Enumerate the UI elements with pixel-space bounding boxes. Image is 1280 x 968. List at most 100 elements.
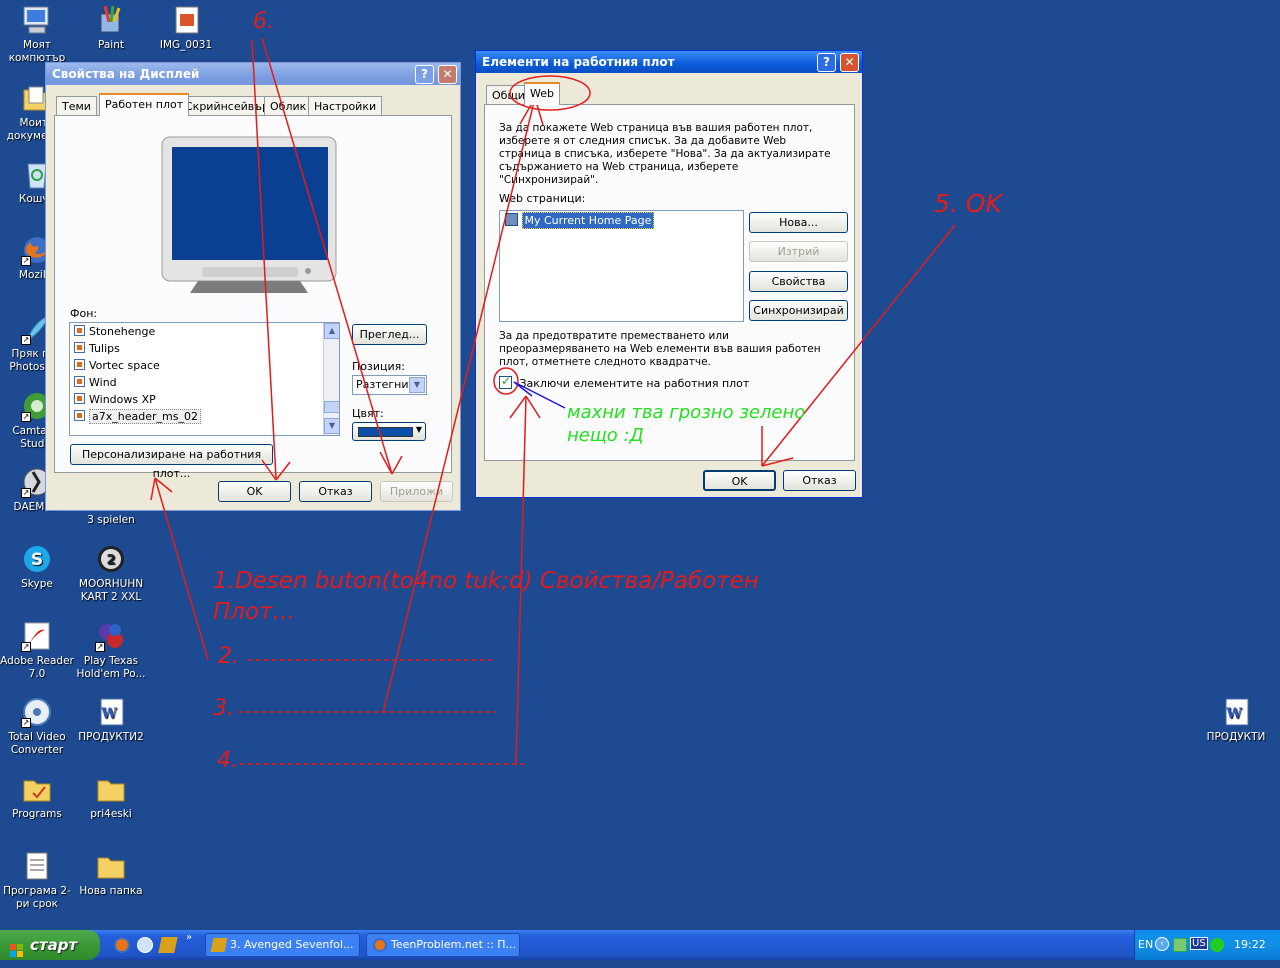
browser-icon[interactable]	[137, 937, 153, 953]
sync-button[interactable]: Синхронизирай	[749, 300, 848, 321]
chevron-right-icon[interactable]: »	[186, 932, 192, 943]
close-icon[interactable]: ✕	[438, 65, 457, 84]
language-indicator[interactable]: EN	[1138, 938, 1153, 951]
cancel-button[interactable]: Отказ	[783, 470, 856, 491]
desktop-icon-skype[interactable]: S Skype	[0, 543, 74, 591]
tab-appearance[interactable]: Облик	[264, 96, 313, 116]
position-select[interactable]: Разтегни ▼	[352, 375, 427, 395]
desktop-icon-label: Play Texas Hold'em Po...	[76, 655, 146, 680]
lock-items-checkbox-row[interactable]: ✓ Заключи елементите на работния плот	[499, 374, 749, 390]
word-document-icon: W	[1220, 696, 1252, 728]
ok-button[interactable]: OK	[218, 481, 291, 502]
titlebar[interactable]: Елементи на работния плот ? ✕	[476, 51, 862, 73]
tab-settings[interactable]: Настройки	[308, 96, 383, 116]
desktop-icon-programa[interactable]: Програма 2-ри срок	[0, 850, 74, 911]
scroll-down-icon[interactable]: ▼	[324, 418, 339, 434]
delete-button[interactable]: Изтрий	[749, 241, 848, 262]
annotation-step-2: 2.	[218, 644, 239, 669]
desktop-icon-label: MOORHUHN KART 2 XXL	[78, 578, 144, 603]
chevron-down-icon[interactable]: ▼	[409, 377, 425, 393]
desktop-icon-label: IMG_0031	[159, 39, 213, 51]
desktop-icon-moorhuhn[interactable]: 2 MOORHUHN KART 2 XXL	[74, 543, 148, 604]
position-value: Разтегни	[356, 378, 409, 391]
desktop-icon-label: Total Video Converter	[8, 731, 66, 756]
start-button[interactable]: старт	[0, 930, 100, 960]
annotation-step-3: 3.	[213, 696, 234, 721]
tab-screensaver[interactable]: Скрийнсейвър	[179, 96, 275, 116]
list-item[interactable]: Vortec space	[70, 357, 339, 374]
firefox-icon	[373, 938, 387, 952]
poker-chips-icon: ↗	[95, 620, 127, 652]
color-swatch	[358, 427, 413, 437]
desktop-icon-label: ПРОДУКТИ	[1206, 731, 1266, 743]
list-item[interactable]: Tulips	[70, 340, 339, 357]
network-icon[interactable]	[1173, 938, 1187, 952]
desktop-icon-3-spielen[interactable]: 3 spielen	[74, 514, 148, 527]
keyboard-layout-indicator[interactable]: US	[1190, 937, 1208, 950]
desktop-icon-programs[interactable]: Programs	[0, 773, 74, 821]
desktop-icon-texas-holdem[interactable]: ↗ Play Texas Hold'em Po...	[74, 620, 148, 681]
annotation-green-note: махни тва грозно зелено нещо :Д	[567, 402, 806, 446]
tab-desktop[interactable]: Работен плот	[99, 93, 190, 116]
skype-icon[interactable]	[1210, 938, 1224, 952]
tab-web[interactable]: Web	[524, 82, 560, 105]
image-file-icon	[74, 376, 85, 387]
browse-button[interactable]: Преглед...	[352, 324, 427, 345]
color-picker-button[interactable]: ▼	[352, 422, 426, 441]
chevron-left-icon[interactable]: ‹	[1155, 937, 1169, 951]
desktop-icon-img-0031[interactable]: IMG_0031	[149, 4, 223, 52]
winamp-icon[interactable]	[158, 937, 178, 953]
list-item[interactable]: Windows XP	[70, 391, 339, 408]
lock-checkbox[interactable]: ✓	[499, 374, 512, 389]
check-icon: ✓	[501, 374, 512, 388]
window-title: Свойства на Дисплей	[52, 67, 200, 81]
background-list[interactable]: Stonehenge Tulips Vortec space Wind Wind…	[69, 322, 340, 436]
computer-icon	[21, 4, 53, 36]
folder-icon	[95, 850, 127, 882]
svg-text:S: S	[31, 550, 43, 570]
firefox-icon[interactable]	[114, 937, 130, 953]
taskbar-task-winamp[interactable]: 3. Avenged Sevenfol...	[205, 933, 360, 957]
scroll-thumb[interactable]	[324, 401, 339, 413]
tab-themes[interactable]: Теми	[56, 96, 97, 116]
desktop-icon-adobe-reader[interactable]: ↗ Adobe Reader 7.0	[0, 620, 74, 681]
desktop-icon-nova-papka[interactable]: Нова папка	[74, 850, 148, 898]
list-item[interactable]: Wind	[70, 374, 339, 391]
checkbox[interactable]	[505, 213, 518, 226]
desktop-icon-total-video[interactable]: ↗ Total Video Converter	[0, 696, 74, 757]
help-icon[interactable]: ?	[415, 65, 434, 84]
desktop-icon-produkti2[interactable]: W ПРОДУКТИ2	[74, 696, 148, 744]
desktop-icon-produkti[interactable]: W ПРОДУКТИ	[1199, 696, 1273, 744]
annotation-step-5: 5. OK	[934, 189, 1002, 218]
folder-icon	[95, 773, 127, 805]
desktop-icon-paint[interactable]: Paint	[74, 4, 148, 52]
scroll-up-icon[interactable]: ▲	[324, 323, 339, 339]
scrollbar[interactable]: ▲ ▼	[323, 323, 339, 435]
system-tray: EN ‹ US 19:22	[1134, 930, 1280, 960]
window-title: Елементи на работния плот	[482, 55, 675, 69]
taskbar-task-firefox[interactable]: TeenProblem.net :: П...	[366, 933, 520, 957]
new-button[interactable]: Нова...	[749, 212, 848, 233]
list-item[interactable]: Stonehenge	[70, 323, 339, 340]
titlebar[interactable]: Свойства на Дисплей ? ✕	[46, 63, 460, 85]
help-icon[interactable]: ?	[817, 53, 836, 72]
image-file-icon	[74, 410, 85, 421]
desktop-icon-my-computer[interactable]: Моят компютър	[0, 4, 74, 65]
annotation-step-1: 1.Desen buton(to4no tuk;d) Свойства/Рабо…	[213, 568, 759, 625]
desktop-icon-pri4eski[interactable]: pri4eski	[74, 773, 148, 821]
svg-text:W: W	[100, 706, 117, 722]
cancel-button[interactable]: Отказ	[299, 481, 372, 502]
customize-desktop-button[interactable]: Персонализиране на работния плот...	[70, 444, 273, 480]
list-item-selected[interactable]: My Current Home Page	[505, 212, 655, 229]
taskbar: старт » 3. Avenged Sevenfol... TeenProbl…	[0, 930, 1280, 960]
disc-icon: ↗	[21, 696, 53, 728]
ok-button[interactable]: OK	[703, 470, 776, 491]
list-item-selected[interactable]: a7x_header_ms_02	[70, 408, 339, 425]
quick-launch: »	[110, 932, 200, 954]
properties-button[interactable]: Свойства	[749, 271, 848, 292]
desktop-icon-label: Програма 2-ри срок	[3, 885, 71, 910]
clock: 19:22	[1234, 938, 1266, 951]
apply-button[interactable]: Приложи	[380, 481, 453, 502]
close-icon[interactable]: ✕	[840, 53, 859, 72]
web-pages-list[interactable]: My Current Home Page	[499, 210, 744, 322]
